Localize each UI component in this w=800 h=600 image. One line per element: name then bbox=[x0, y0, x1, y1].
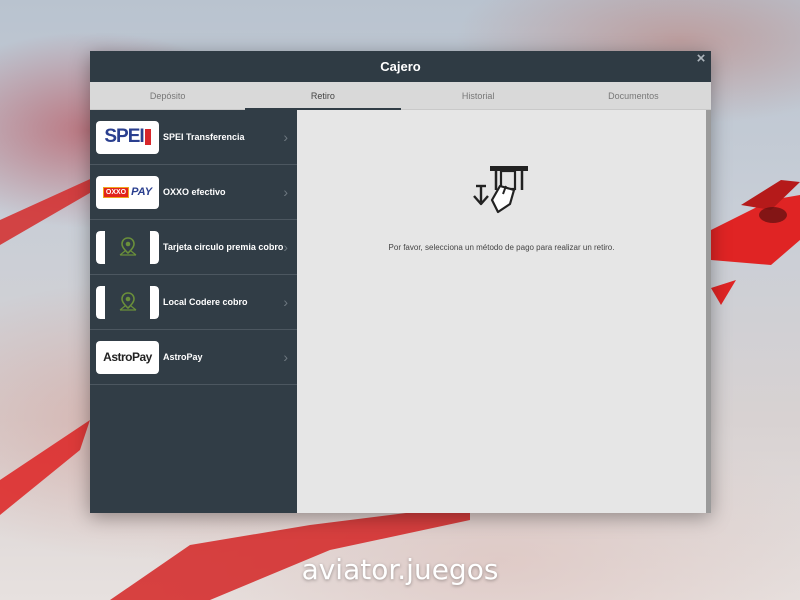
chevron-right-icon: › bbox=[283, 184, 288, 200]
payment-method-oxxo[interactable]: OXXO PAY OXXO efectivo › bbox=[90, 165, 297, 220]
cashier-tabs: Depósito Retiro Historial Documentos bbox=[90, 82, 711, 110]
chevron-right-icon: › bbox=[283, 294, 288, 310]
payment-method-label: Local Codere cobro bbox=[163, 297, 248, 307]
withdraw-main-panel: Por favor, selecciona un método de pago … bbox=[297, 110, 711, 513]
modal-header: Cajero × bbox=[90, 51, 711, 82]
cashier-modal: Cajero × Depósito Retiro Historial Docum… bbox=[90, 51, 711, 513]
oxxo-pay-logo: OXXO PAY bbox=[96, 175, 159, 209]
chevron-right-icon: › bbox=[283, 239, 288, 255]
payment-method-local-codere[interactable]: Local Codere cobro › bbox=[90, 275, 297, 330]
watermark-text: aviator.juegos bbox=[301, 553, 499, 586]
pay-logo-text: PAY bbox=[131, 186, 153, 198]
map-pin-logo bbox=[96, 285, 159, 319]
payment-method-spei[interactable]: SPEI SPEI Transferencia › bbox=[90, 110, 297, 165]
close-icon[interactable]: × bbox=[694, 51, 708, 66]
oxxo-logo-text: OXXO bbox=[102, 186, 130, 198]
payment-method-label: SPEI Transferencia bbox=[163, 132, 245, 142]
modal-title: Cajero bbox=[380, 59, 421, 74]
red-plane-illustration bbox=[711, 180, 800, 305]
payment-method-astropay[interactable]: AstroPay AstroPay › bbox=[90, 330, 297, 385]
tab-documentos[interactable]: Documentos bbox=[556, 82, 711, 109]
payment-method-tarjeta-circulo[interactable]: Tarjeta circulo premia cobro › bbox=[90, 220, 297, 275]
astropay-logo: AstroPay bbox=[96, 340, 159, 374]
map-pin-icon bbox=[119, 237, 136, 256]
map-pin-logo bbox=[96, 230, 159, 264]
cashier-content: SPEI SPEI Transferencia › OXXO PAY OXXO … bbox=[90, 110, 711, 513]
payment-method-label: AstroPay bbox=[163, 352, 203, 362]
payment-method-label: Tarjeta circulo premia cobro bbox=[163, 242, 284, 252]
tab-historial[interactable]: Historial bbox=[401, 82, 556, 109]
tab-retiro[interactable]: Retiro bbox=[245, 82, 401, 110]
payment-methods-list: SPEI SPEI Transferencia › OXXO PAY OXXO … bbox=[90, 110, 297, 513]
spei-logo: SPEI bbox=[96, 120, 159, 154]
astropay-logo-text: AstroPay bbox=[103, 350, 152, 364]
payment-method-label: OXXO efectivo bbox=[163, 187, 226, 197]
select-method-message: Por favor, selecciona un método de pago … bbox=[388, 243, 615, 252]
background-red-streak-bottom-left bbox=[0, 420, 90, 515]
spei-logo-text: SPEI bbox=[104, 126, 144, 147]
atm-withdraw-icon bbox=[473, 166, 528, 214]
map-pin-icon bbox=[119, 292, 136, 311]
chevron-right-icon: › bbox=[283, 349, 288, 365]
chevron-right-icon: › bbox=[283, 129, 288, 145]
spei-logo-mark bbox=[144, 129, 151, 145]
tab-deposito[interactable]: Depósito bbox=[90, 82, 245, 109]
